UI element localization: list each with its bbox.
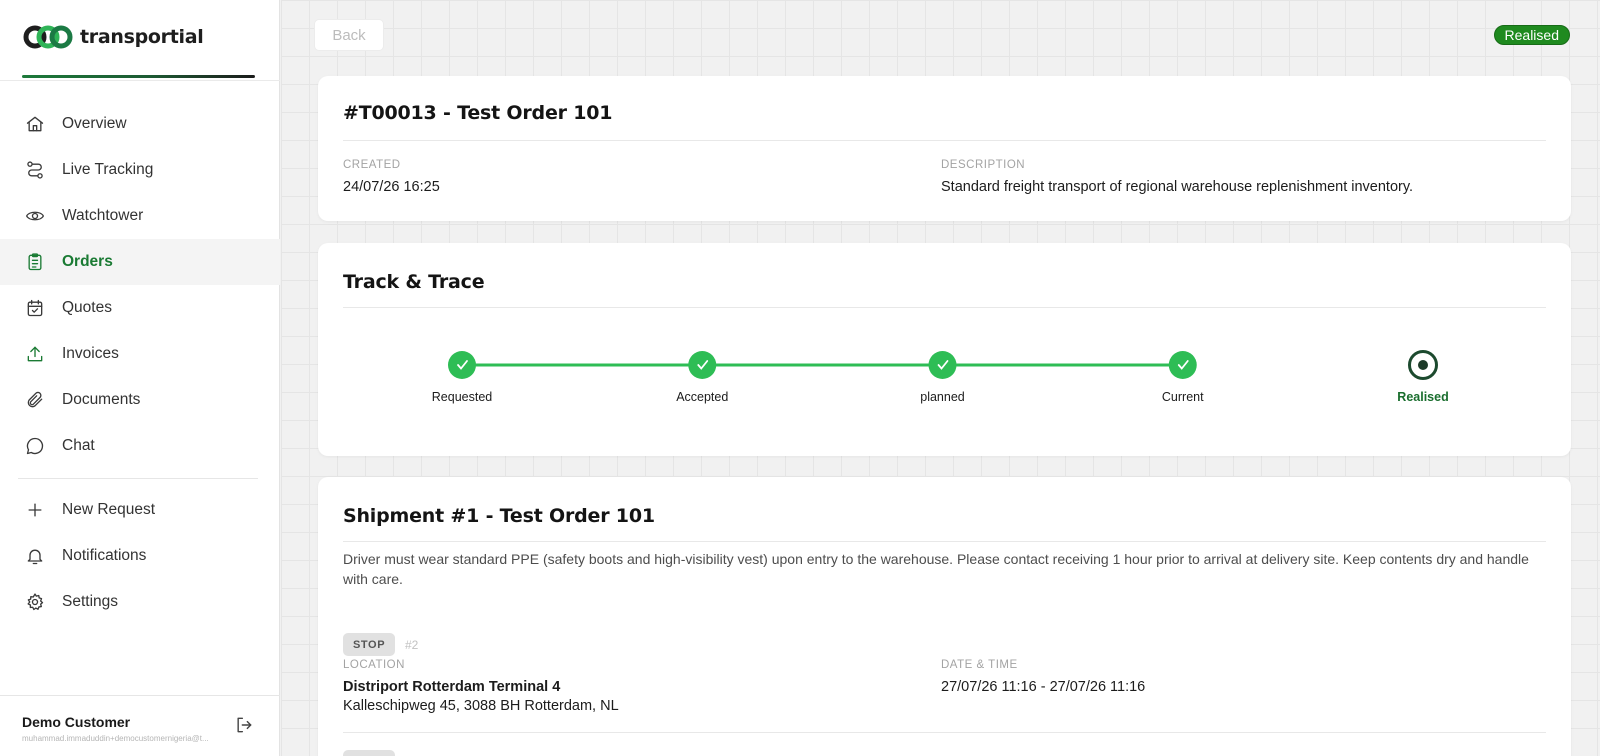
- plus-icon: [24, 499, 46, 521]
- sidebar-item-label: Documents: [62, 391, 141, 408]
- description-value: Standard freight transport of regional w…: [941, 179, 1414, 195]
- sidebar-item-orders[interactable]: Orders: [0, 239, 280, 285]
- shipment-title: Shipment #1 - Test Order 101: [343, 505, 655, 527]
- logo[interactable]: transportial: [22, 24, 204, 50]
- datetime-label: DATE & TIME: [941, 659, 1018, 671]
- divider: [343, 732, 1546, 733]
- order-title: #T00013 - Test Order 101: [343, 102, 613, 124]
- sidebar-item-settings[interactable]: Settings: [0, 579, 280, 625]
- sidebar-item-label: Notifications: [62, 547, 147, 564]
- shipment-instructions: Driver must wear standard PPE (safety bo…: [343, 551, 1529, 587]
- sidebar-item-label: New Request: [62, 501, 156, 518]
- current-dot-icon: [1418, 360, 1428, 370]
- stop-chip: STOP: [343, 633, 396, 656]
- status-badge: Realised: [1493, 25, 1570, 45]
- logo-underline: [22, 75, 255, 78]
- shipment-card: Shipment #1 - Test Order 101 Driver must…: [318, 477, 1571, 756]
- sidebar-item-label: Chat: [62, 437, 95, 454]
- datetime-value: 27/07/26 11:16 - 27/07/26 11:16: [941, 679, 1146, 695]
- logout-button[interactable]: [234, 715, 256, 737]
- main-content: Back Realised #T00013 - Test Order 101 C…: [281, 0, 1600, 756]
- order-card: #T00013 - Test Order 101 CREATED 24/07/2…: [318, 76, 1571, 221]
- progress-tracker: [448, 350, 1438, 380]
- sidebar-item-quotes[interactable]: Quotes: [0, 285, 280, 331]
- calendar-check-icon: [24, 297, 46, 319]
- sidebar-item-chat[interactable]: Chat: [0, 423, 280, 469]
- divider: [0, 80, 280, 81]
- bell-icon: [24, 545, 46, 567]
- divider: [343, 140, 1546, 141]
- description-label: DESCRIPTION: [941, 159, 1026, 171]
- gear-icon: [24, 591, 46, 613]
- progress-step-label: Current: [1161, 390, 1204, 404]
- eye-icon: [24, 205, 46, 227]
- chat-bubble-icon: [24, 435, 46, 457]
- sidebar-item-label: Orders: [62, 253, 113, 270]
- sidebar-item-label: Watchtower: [62, 207, 144, 224]
- progress-step-label: Requested: [431, 390, 493, 404]
- location-name: Distriport Rotterdam Terminal 4: [343, 679, 561, 695]
- user-email: muhammad.immaduddin+democustomernigeria@…: [22, 734, 209, 743]
- divider: [343, 541, 1546, 542]
- sidebar-item-label: Live Tracking: [62, 161, 154, 178]
- sidebar-item-live-tracking[interactable]: Live Tracking: [0, 147, 280, 193]
- logo-text: transportial: [80, 26, 204, 48]
- secondary-nav: New Request Notifications Settings: [0, 487, 280, 625]
- progress-step-realised: [1408, 350, 1438, 380]
- route-icon: [24, 159, 46, 181]
- sidebar-item-overview[interactable]: Overview: [0, 101, 280, 147]
- sidebar-item-notifications[interactable]: Notifications: [0, 533, 280, 579]
- user-profile: Demo Customer muhammad.immaduddin+democu…: [0, 695, 280, 756]
- divider: [18, 478, 258, 479]
- logo-mark-icon: [23, 25, 73, 49]
- sidebar-item-watchtower[interactable]: Watchtower: [0, 193, 280, 239]
- sidebar-item-documents[interactable]: Documents: [0, 377, 280, 423]
- progress-step-planned: [928, 351, 957, 379]
- created-value: 24/07/26 16:25: [343, 179, 440, 195]
- sidebar-item-label: Overview: [62, 115, 127, 132]
- sidebar-item-invoices[interactable]: Invoices: [0, 331, 280, 377]
- primary-nav: Overview Live Tracking Watchtower Orders…: [0, 101, 280, 469]
- location-label: LOCATION: [343, 659, 405, 671]
- logout-icon: [237, 717, 252, 733]
- progress-step-label: planned: [920, 390, 965, 404]
- created-label: CREATED: [343, 159, 401, 171]
- upload-icon: [24, 343, 46, 365]
- progress-step-requested: [448, 351, 476, 379]
- paperclip-icon: [24, 389, 46, 411]
- track-trace-card: Track & Trace Requested Accepted planned Cu…: [318, 243, 1571, 456]
- sidebar-item-new-request[interactable]: New Request: [0, 487, 280, 533]
- sidebar: transportial Overview Live Tracking Watc…: [0, 0, 280, 756]
- user-name: Demo Customer: [22, 714, 131, 730]
- location-address: Kalleschipweg 45, 3088 BH Rotterdam, NL: [343, 698, 619, 714]
- back-button[interactable]: Back: [314, 19, 384, 51]
- clipboard-icon: [24, 251, 46, 273]
- home-icon: [24, 113, 46, 135]
- progress-step-accepted: [688, 351, 717, 379]
- stop-number: #2: [405, 638, 419, 652]
- next-stop-chip: [343, 750, 395, 756]
- sidebar-item-label: Invoices: [62, 345, 119, 362]
- progress-step-label: Accepted: [676, 390, 729, 404]
- sidebar-item-label: Quotes: [62, 299, 112, 316]
- progress-step-current: [1168, 351, 1197, 379]
- sidebar-item-label: Settings: [62, 593, 119, 610]
- progress-step-label: Realised: [1397, 390, 1449, 404]
